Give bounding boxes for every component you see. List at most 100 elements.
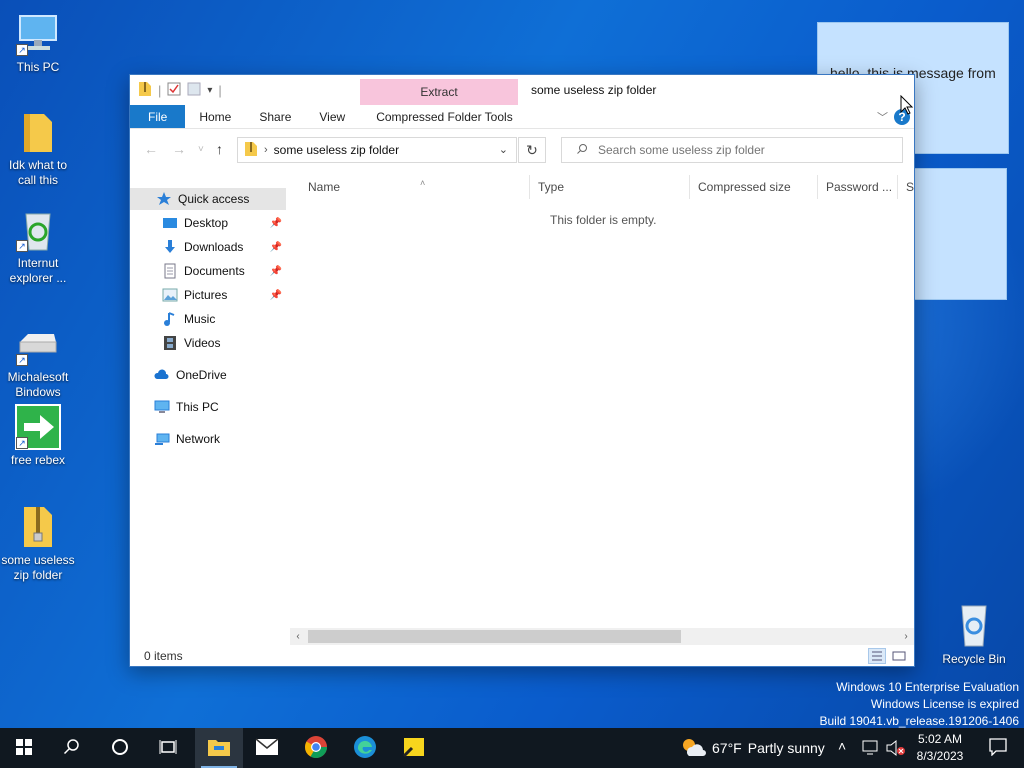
file-explorer-icon [207, 737, 231, 760]
tab-view[interactable]: View [305, 105, 359, 128]
network-icon [154, 431, 170, 447]
properties-icon[interactable] [167, 82, 181, 99]
desktop-icon-folder[interactable]: Idk what to call this [0, 108, 76, 188]
shortcut-arrow-icon: ↗ [16, 240, 28, 252]
nav-downloads[interactable]: Downloads 📌 [130, 236, 286, 258]
watermark-line: Windows 10 Enterprise Evaluation [836, 680, 1019, 694]
column-header-compressed-size[interactable]: Compressed size [690, 175, 818, 199]
taskbar-chrome[interactable] [292, 728, 340, 768]
pin-icon[interactable]: 📌 [270, 266, 282, 277]
back-arrow-icon[interactable]: ← [144, 141, 158, 157]
desktop-icon-internet-explorer[interactable]: ↗ Internut explorer ... [0, 206, 76, 286]
column-header-size[interactable]: Si [898, 175, 914, 199]
weather-widget[interactable]: 67°F Partly sunny [680, 736, 825, 760]
breadcrumb-current[interactable]: some useless zip folder [274, 143, 399, 157]
customize-toolbar-dropdown-icon[interactable]: ▾ [207, 85, 212, 96]
address-dropdown-icon[interactable]: ⌄ [499, 143, 508, 156]
nav-label: Downloads [184, 240, 244, 254]
explorer-window[interactable]: | ▾ | Extract some useless zip folder Fi… [129, 74, 915, 667]
search-icon [576, 143, 588, 158]
expand-ribbon-icon[interactable]: ﹀ [877, 109, 888, 125]
taskbar-mail[interactable] [243, 728, 291, 768]
breadcrumb-chevron-icon[interactable]: › [264, 144, 268, 156]
column-header-type[interactable]: Type [530, 175, 690, 199]
navigation-row: ← → ˅ ↑ › some useless zip folder ⌄ ↻ [130, 135, 914, 165]
large-icons-view-icon[interactable] [890, 648, 908, 664]
forward-arrow-icon[interactable]: → [172, 141, 186, 157]
taskbar-edge[interactable] [341, 728, 389, 768]
nav-music[interactable]: Music [130, 308, 286, 330]
nav-quick-access[interactable]: Quick access [130, 188, 286, 210]
search-input[interactable] [598, 143, 878, 157]
title-bar[interactable]: | ▾ | Extract some useless zip folder [130, 75, 914, 105]
zip-folder-small-icon [138, 81, 152, 100]
scroll-right-icon[interactable]: › [898, 628, 914, 645]
zip-folder-icon [14, 503, 62, 551]
nav-label: Videos [184, 336, 221, 350]
nav-onedrive[interactable]: OneDrive [130, 364, 286, 386]
windows-evaluation-watermark: Windows 10 Enterprise Evaluation Windows… [820, 679, 1020, 730]
nav-label: Documents [184, 264, 245, 278]
volume-muted-icon[interactable] [886, 739, 906, 760]
up-arrow-icon[interactable]: ↑ [216, 141, 223, 157]
nav-label: This PC [176, 400, 219, 414]
nav-label: Network [176, 432, 221, 446]
shortcut-arrow-icon: ↗ [16, 44, 28, 56]
tab-compressed-folder-tools[interactable]: Compressed Folder Tools [362, 105, 527, 128]
file-list[interactable]: Name ˄ Type Compressed size Password ...… [290, 171, 914, 631]
scrollbar-thumb[interactable] [308, 630, 681, 643]
tab-home[interactable]: Home [185, 105, 245, 128]
pin-icon[interactable]: 📌 [270, 242, 282, 253]
nav-desktop[interactable]: Desktop 📌 [130, 212, 286, 234]
nav-this-pc[interactable]: This PC [130, 396, 286, 418]
tab-share[interactable]: Share [245, 105, 305, 128]
column-headers: Name ˄ Type Compressed size Password ...… [290, 175, 914, 199]
network-status-icon[interactable] [862, 739, 880, 760]
desktop-folder-icon [162, 215, 178, 231]
nav-network[interactable]: Network [130, 428, 286, 450]
details-view-icon[interactable] [868, 648, 886, 664]
address-bar[interactable]: › some useless zip folder ⌄ [237, 137, 517, 163]
show-hidden-icons-button[interactable]: ˄ [838, 738, 846, 754]
quick-access-toolbar: | ▾ | [138, 81, 222, 100]
recent-locations-chevron-icon[interactable]: ˅ [198, 144, 204, 155]
pin-icon[interactable]: 📌 [270, 290, 282, 301]
tab-file[interactable]: File [130, 105, 186, 128]
nav-documents[interactable]: Documents 📌 [130, 260, 286, 282]
nav-videos[interactable]: Videos [130, 332, 286, 354]
desktop-icon-label: free rebex [10, 453, 66, 467]
pin-icon[interactable]: 📌 [270, 218, 282, 229]
folder-icon [14, 108, 62, 156]
desktop-icon-recycle-bin[interactable]: Recycle Bin [936, 602, 1012, 667]
search-box[interactable] [561, 137, 903, 163]
column-header-name[interactable]: Name ˄ [300, 175, 530, 199]
horizontal-scrollbar[interactable]: ‹ › [290, 628, 914, 645]
toolbar-separator: | [158, 83, 162, 98]
taskbar-clock[interactable]: 5:02 AM 8/3/2023 [905, 731, 975, 765]
clock-time: 5:02 AM [917, 732, 963, 746]
start-button[interactable] [0, 728, 48, 768]
task-view-button[interactable] [144, 728, 192, 768]
desktop-icon-zip-folder[interactable]: some useless zip folder [0, 503, 76, 583]
window-title: some useless zip folder [531, 83, 657, 97]
column-header-password[interactable]: Password ... [818, 175, 898, 199]
desktop-icon-michalesoft-bindows[interactable]: ↗ Michalesoft Bindows [0, 320, 76, 400]
desktop-icon-free-rebex[interactable]: ↗ free rebex [0, 403, 76, 468]
notification-icon [989, 738, 1007, 760]
toolbar-separator: | [218, 83, 222, 98]
desktop-icon-label: This PC [16, 60, 60, 74]
navigation-pane: Quick access Desktop 📌 Downloads 📌 Docum… [130, 185, 288, 635]
taskbar-sticky-notes[interactable] [390, 728, 438, 768]
cortana-button[interactable] [96, 728, 144, 768]
cortana-circle-icon [111, 738, 129, 759]
taskbar-file-explorer[interactable] [195, 728, 243, 768]
nav-pictures[interactable]: Pictures 📌 [130, 284, 286, 306]
music-note-icon [162, 311, 178, 327]
refresh-button[interactable]: ↻ [518, 137, 546, 163]
notification-center-button[interactable] [978, 738, 1018, 760]
new-folder-icon[interactable] [187, 82, 201, 99]
desktop-icon-this-pc[interactable]: ↗ This PC [0, 10, 76, 75]
search-button[interactable] [48, 728, 96, 768]
extract-context-header[interactable]: Extract [360, 79, 518, 105]
scroll-left-icon[interactable]: ‹ [290, 628, 306, 645]
